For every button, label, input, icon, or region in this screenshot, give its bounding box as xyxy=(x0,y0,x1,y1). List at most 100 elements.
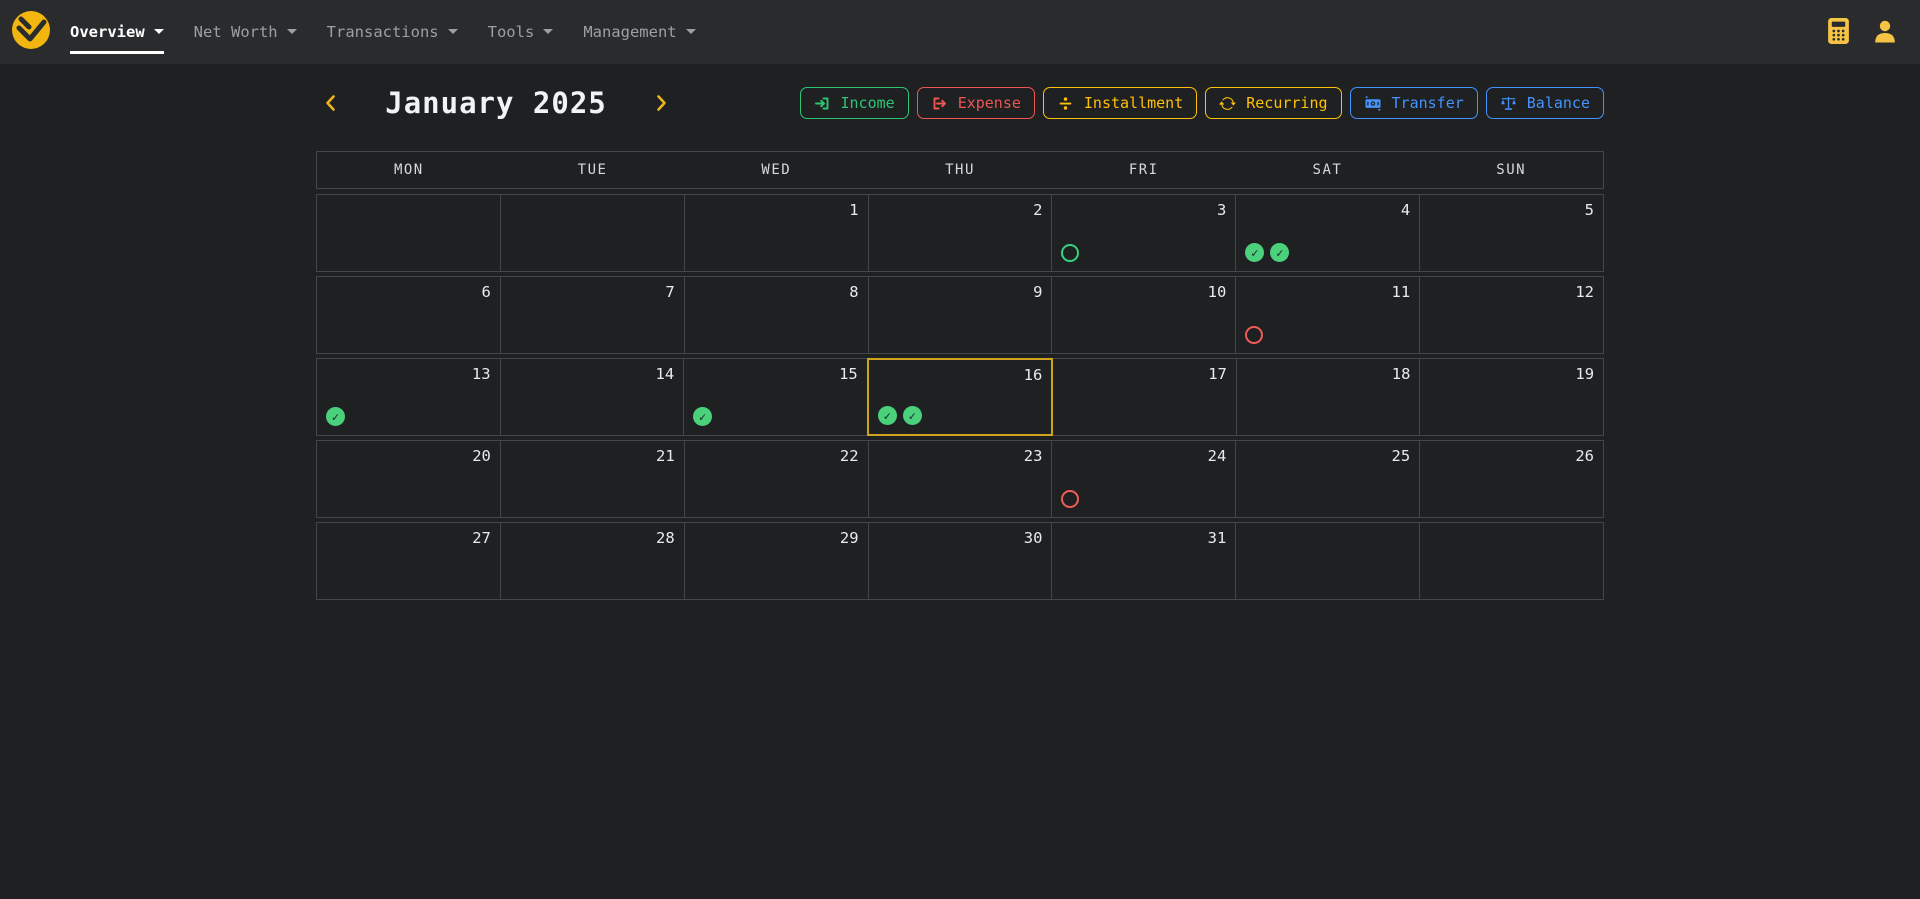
day-number: 5 xyxy=(1585,201,1594,219)
day-number: 21 xyxy=(656,447,675,465)
day-number: 14 xyxy=(655,365,674,383)
calendar-day-cell[interactable]: 17 xyxy=(1052,358,1237,436)
day-number: 19 xyxy=(1575,365,1594,383)
calendar-day-cell[interactable]: 2 xyxy=(868,194,1053,272)
calendar-day-cell[interactable] xyxy=(1419,522,1604,600)
calendar-day-cell[interactable]: 7 xyxy=(500,276,685,354)
menu-label: Transactions xyxy=(327,23,439,41)
calendar-day-cell[interactable]: 18 xyxy=(1236,358,1421,436)
day-number: 1 xyxy=(849,201,858,219)
completed-transaction-icon: ✓ xyxy=(1245,243,1264,262)
calendar-day-cell[interactable]: 15 ✓ xyxy=(683,358,868,436)
day-markers: ✓ xyxy=(693,407,712,426)
day-number: 6 xyxy=(482,283,491,301)
calendar-day-cell[interactable]: 4✓✓ xyxy=(1235,194,1420,272)
calendar-day-cell[interactable] xyxy=(500,194,685,272)
day-number: 12 xyxy=(1575,283,1594,301)
calendar-day-cell[interactable]: 8 xyxy=(684,276,869,354)
day-number: 26 xyxy=(1575,447,1594,465)
recurring-filter-button[interactable]: Recurring xyxy=(1205,87,1341,119)
day-markers: ✓✓ xyxy=(1245,243,1289,262)
calendar-day-cell[interactable]: 11 xyxy=(1235,276,1420,354)
day-number: 7 xyxy=(665,283,674,301)
box-arrow-right-icon xyxy=(931,95,948,112)
legend-label: Installment xyxy=(1084,94,1183,112)
menu-item-net-worth[interactable]: Net Worth xyxy=(194,17,297,47)
calendar-day-cell[interactable]: 29 xyxy=(684,522,869,600)
calendar-day-cell[interactable]: 19 xyxy=(1419,358,1604,436)
pending-income-icon xyxy=(1061,244,1079,262)
calendar-day-cell[interactable]: 31 xyxy=(1051,522,1236,600)
menu-label: Management xyxy=(583,23,676,41)
menu-label: Net Worth xyxy=(194,23,278,41)
calendar-day-cell[interactable]: 6 xyxy=(316,276,501,354)
legend-label: Recurring xyxy=(1246,94,1327,112)
income-filter-button[interactable]: Income xyxy=(800,87,909,119)
calendar-day-cell[interactable]: 20 xyxy=(316,440,501,518)
calendar-day-cell[interactable]: 30 xyxy=(868,522,1053,600)
calendar-day-cell[interactable] xyxy=(316,194,501,272)
calendar-day-cell[interactable]: 3 xyxy=(1051,194,1236,272)
balance-filter-button[interactable]: Balance xyxy=(1486,87,1604,119)
calendar-day-cell[interactable]: 9 xyxy=(868,276,1053,354)
calendar-day-cell[interactable]: 1 xyxy=(684,194,869,272)
day-number: 15 xyxy=(839,365,858,383)
calendar-day-cell[interactable]: 14 xyxy=(500,358,685,436)
completed-transaction-icon: ✓ xyxy=(326,407,345,426)
installment-filter-button[interactable]: Installment xyxy=(1043,87,1197,119)
day-number: 2 xyxy=(1033,201,1042,219)
brand-logo[interactable] xyxy=(10,9,52,55)
day-number: 18 xyxy=(1392,365,1411,383)
day-number: 27 xyxy=(472,529,491,547)
user-profile-button[interactable] xyxy=(1872,18,1898,47)
month-calendar: MON TUE WED THU FRI SAT SUN 1 2 3 4✓✓ 5 … xyxy=(316,151,1604,600)
day-number: 3 xyxy=(1217,201,1226,219)
legend-label: Transfer xyxy=(1392,94,1464,112)
calculator-button[interactable] xyxy=(1827,17,1850,48)
user-icon xyxy=(1872,18,1898,47)
divide-icon xyxy=(1057,95,1074,112)
day-number: 29 xyxy=(840,529,859,547)
pending-expense-icon xyxy=(1061,490,1079,508)
top-navbar: Overview Net Worth Transactions Tools Ma… xyxy=(0,0,1920,64)
day-number: 22 xyxy=(840,447,859,465)
day-markers xyxy=(1245,326,1263,344)
menu-item-management[interactable]: Management xyxy=(583,17,695,47)
completed-transaction-icon: ✓ xyxy=(903,406,922,425)
weekday-header: TUE xyxy=(501,152,685,188)
calendar-day-cell[interactable]: 23 xyxy=(868,440,1053,518)
completed-transaction-icon: ✓ xyxy=(693,407,712,426)
completed-transaction-icon: ✓ xyxy=(878,406,897,425)
calendar-day-cell[interactable]: 27 xyxy=(316,522,501,600)
month-navigation: January 2025 xyxy=(316,86,676,120)
calendar-day-cell[interactable]: 25 xyxy=(1235,440,1420,518)
transfer-filter-button[interactable]: Transfer xyxy=(1350,87,1478,119)
day-number: 20 xyxy=(472,447,491,465)
next-month-button[interactable] xyxy=(646,90,676,116)
day-number: 9 xyxy=(1033,283,1042,301)
day-number: 16 xyxy=(1024,366,1043,384)
calendar-day-cell[interactable]: 24 xyxy=(1051,440,1236,518)
calendar-week-row: 1 2 3 4✓✓ 5 xyxy=(316,194,1604,272)
weekday-header: THU xyxy=(868,152,1052,188)
calendar-day-cell-today[interactable]: 16 ✓ ✓ xyxy=(867,358,1054,436)
calendar-day-cell[interactable]: 5 xyxy=(1419,194,1604,272)
calendar-day-cell[interactable]: 21 xyxy=(500,440,685,518)
calendar-day-cell[interactable]: 10 xyxy=(1051,276,1236,354)
calendar-day-cell[interactable]: 28 xyxy=(500,522,685,600)
previous-month-button[interactable] xyxy=(316,90,346,116)
menu-item-tools[interactable]: Tools xyxy=(488,17,554,47)
menu-item-overview[interactable]: Overview xyxy=(70,17,164,47)
day-number: 24 xyxy=(1208,447,1227,465)
calendar-day-cell[interactable]: 26 xyxy=(1419,440,1604,518)
menu-label: Overview xyxy=(70,23,145,41)
expense-filter-button[interactable]: Expense xyxy=(917,87,1035,119)
day-number: 8 xyxy=(849,283,858,301)
menu-item-transactions[interactable]: Transactions xyxy=(327,17,458,47)
weekday-header: FRI xyxy=(1052,152,1236,188)
day-number: 13 xyxy=(472,365,491,383)
calendar-day-cell[interactable] xyxy=(1235,522,1420,600)
calendar-day-cell[interactable]: 12 xyxy=(1419,276,1604,354)
calendar-day-cell[interactable]: 13 ✓ xyxy=(316,358,501,436)
calendar-day-cell[interactable]: 22 xyxy=(684,440,869,518)
